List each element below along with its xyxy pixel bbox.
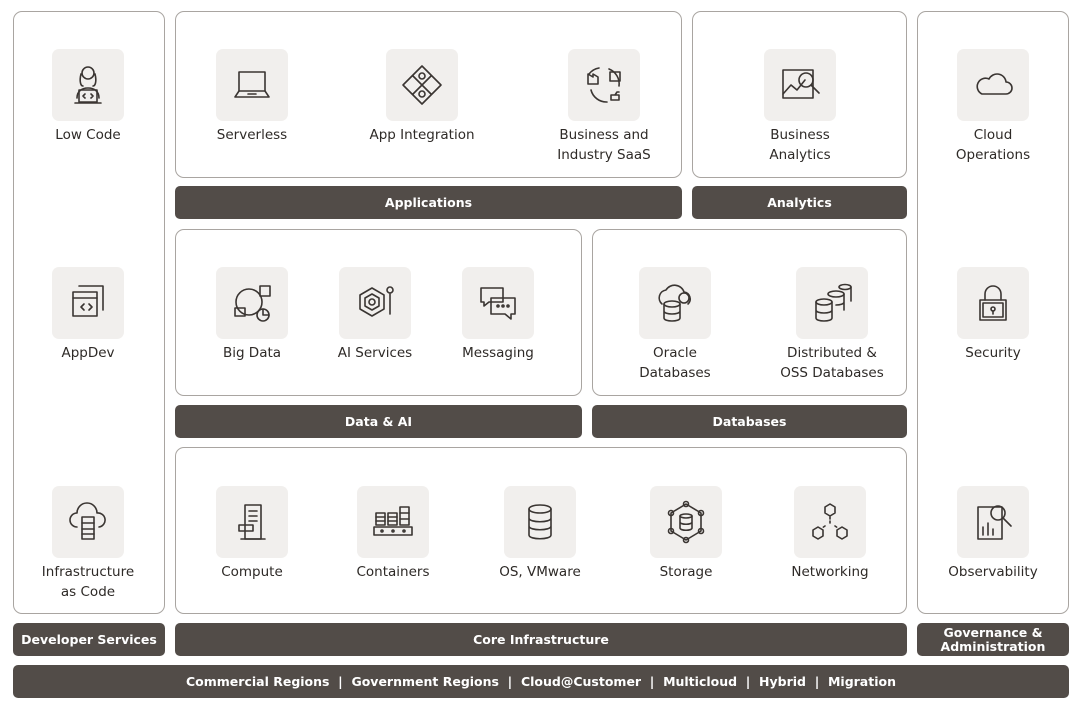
service-label: App Integration	[369, 127, 475, 143]
regions-bar: Commercial Regions | Government Regions …	[13, 665, 1069, 698]
developer-services-bar: Developer Services	[13, 623, 165, 656]
service-label: Big Data	[222, 345, 282, 361]
icon-tile	[52, 267, 124, 339]
governance-bar: Governance & Administration	[917, 623, 1069, 656]
icon-tile	[957, 267, 1029, 339]
service-observability: Observability	[923, 486, 1063, 582]
icon-tile	[794, 486, 866, 558]
applications-bar: Applications	[175, 186, 682, 219]
multi-database-icon	[815, 283, 852, 322]
icon-tile	[639, 267, 711, 339]
service-containers: Containers	[323, 486, 463, 582]
service-storage: Storage	[616, 486, 756, 582]
service-serverless: Serverless	[182, 49, 322, 145]
analytics-bar: Analytics	[692, 186, 907, 219]
network-cubes-icon	[812, 503, 848, 540]
service-label: Containers	[356, 564, 430, 580]
code-window-icon	[72, 285, 104, 317]
icon-tile	[650, 486, 722, 558]
service-label: AI Services	[337, 345, 413, 361]
service-distributed-databases: Distributed & OSS Databases	[762, 267, 902, 383]
neural-web-icon	[359, 286, 394, 317]
service-compute: Compute	[182, 486, 322, 582]
service-label: Low Code	[55, 127, 121, 143]
service-os-vmware: OS, VMware	[470, 486, 610, 582]
service-label: Networking	[791, 564, 869, 580]
icon-tile	[568, 49, 640, 121]
service-low-code: Low Code	[18, 49, 158, 145]
icon-tile	[957, 49, 1029, 121]
service-label: Serverless	[216, 127, 288, 143]
service-label: Cloud Operations	[955, 127, 1031, 163]
service-appdev: AppDev	[18, 267, 158, 363]
service-business-saas: Business and Industry SaaS	[534, 49, 674, 165]
service-label: AppDev	[61, 345, 115, 361]
server-icon	[238, 504, 266, 540]
database-icon	[528, 504, 552, 540]
icon-tile	[796, 267, 868, 339]
padlock-icon	[979, 285, 1007, 321]
service-label: OS, VMware	[499, 564, 581, 580]
service-label: Observability	[948, 564, 1038, 580]
service-label: Infrastructure as Code	[41, 564, 135, 600]
service-label: Security	[965, 345, 1021, 361]
cloud-icon	[976, 73, 1013, 95]
icon-tile	[216, 49, 288, 121]
icon-tile	[52, 486, 124, 558]
icon-tile	[339, 267, 411, 339]
chat-bubbles-icon	[480, 287, 516, 320]
service-label: Oracle Databases	[639, 345, 711, 381]
containers-icon	[373, 506, 413, 536]
chart-magnifier-icon	[782, 69, 820, 99]
cloud-server-icon	[69, 502, 106, 540]
service-label: Distributed & OSS Databases	[780, 345, 884, 381]
developer-laptop-icon	[74, 66, 102, 104]
icon-tile	[957, 486, 1029, 558]
architecture-diagram: Applications Analytics Data & AI Databas…	[0, 0, 1082, 710]
report-magnifier-icon	[977, 505, 1012, 540]
puzzle-icon	[402, 65, 442, 105]
service-app-integration: App Integration	[352, 49, 492, 145]
service-label: Messaging	[462, 345, 534, 361]
autonomous-db-icon	[658, 284, 691, 322]
icon-tile	[462, 267, 534, 339]
service-iac: Infrastructure as Code	[18, 486, 158, 602]
service-oracle-databases: Oracle Databases	[605, 267, 745, 383]
data-ai-bar: Data & AI	[175, 405, 582, 438]
icon-tile	[216, 486, 288, 558]
service-label: Compute	[221, 564, 283, 580]
icon-tile	[52, 49, 124, 121]
icon-tile	[764, 49, 836, 121]
laptop-icon	[234, 71, 270, 98]
icon-tile	[357, 486, 429, 558]
databases-bar: Databases	[592, 405, 907, 438]
factory-cycle-icon	[587, 67, 621, 103]
icon-tile	[386, 49, 458, 121]
service-cloud-operations: Cloud Operations	[923, 49, 1063, 165]
storage-network-icon	[667, 500, 705, 544]
icon-tile	[504, 486, 576, 558]
service-networking: Networking	[760, 486, 900, 582]
service-label: Business Analytics	[769, 127, 831, 163]
service-security: Security	[923, 267, 1063, 363]
service-messaging: Messaging	[428, 267, 568, 363]
service-big-data: Big Data	[182, 267, 322, 363]
service-ai: AI Services	[305, 267, 445, 363]
service-business-analytics: Business Analytics	[730, 49, 870, 165]
service-label: Business and Industry SaaS	[557, 127, 651, 163]
core-infrastructure-bar: Core Infrastructure	[175, 623, 907, 656]
service-label: Storage	[659, 564, 713, 580]
globe-charts-icon	[234, 285, 271, 322]
icon-tile	[216, 267, 288, 339]
